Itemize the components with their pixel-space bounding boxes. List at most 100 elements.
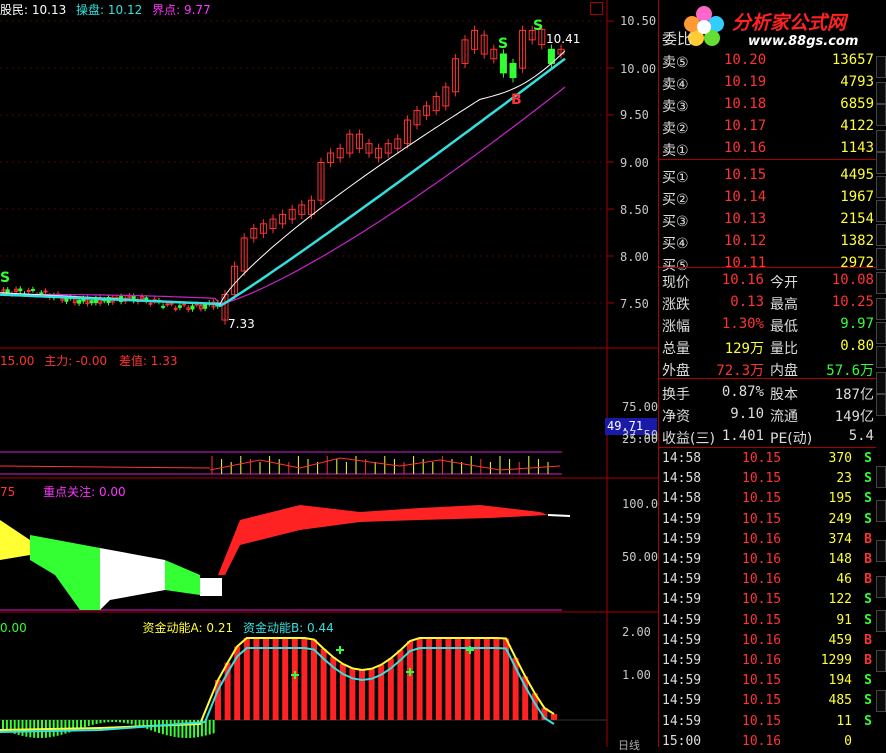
divider [658, 378, 876, 379]
side-tab-button[interactable] [876, 650, 886, 672]
bid-row[interactable]: 买③ 10.13 2154 [662, 209, 874, 232]
ask-row[interactable]: 卖③ 10.18 6859 [662, 94, 874, 117]
divider [658, 267, 876, 268]
stat-value: 57.6万 [826, 363, 874, 379]
panel4-bar [208, 720, 211, 735]
side-tab-button[interactable] [876, 322, 886, 344]
panel4-bar [103, 720, 106, 723]
candle [165, 303, 170, 306]
y-tick: 10.00 [620, 62, 657, 76]
tick-row[interactable]: 14:59 10.15 11 S [662, 713, 874, 733]
window-restore-icon[interactable] [590, 2, 603, 15]
tick-row[interactable]: 14:59 10.15 194 S [662, 672, 874, 692]
level-price: 10.13 [724, 211, 767, 227]
panel4-bar [83, 720, 86, 728]
tick-row[interactable]: 14:58 10.15 370 S [662, 450, 874, 470]
level-label: 卖② [662, 121, 689, 137]
tick-row[interactable]: 14:58 10.15 195 S [662, 490, 874, 510]
level-price: 10.20 [724, 52, 767, 68]
tick-side: S [864, 471, 872, 487]
side-tab-button[interactable] [876, 610, 886, 632]
tick-row[interactable]: 14:59 10.16 1299 B [662, 652, 874, 672]
panel4-bar [134, 720, 137, 726]
side-tab-button[interactable] [876, 248, 886, 270]
stat-value: 9.97 [840, 316, 874, 332]
side-tab-button[interactable] [876, 104, 886, 126]
tick-side: B [864, 531, 872, 547]
side-tab-button[interactable] [876, 200, 886, 222]
y-tick: 75.00 [622, 400, 659, 414]
tick-price: 10.16 [742, 632, 782, 648]
ask-row[interactable]: 卖② 10.17 4122 [662, 116, 874, 139]
tick-row[interactable]: 14:58 10.15 23 S [662, 470, 874, 490]
tick-row[interactable]: 14:59 10.16 459 B [662, 632, 874, 652]
side-tab-button[interactable] [876, 130, 886, 152]
tick-side: B [864, 653, 872, 668]
ask-row[interactable]: 卖⑤ 10.20 13657 [662, 50, 874, 73]
ask-row[interactable]: 卖④ 10.19 4793 [662, 72, 874, 95]
stat-value: 0.87% [721, 384, 764, 400]
panel4-bar [212, 720, 215, 734]
panel4-bar [349, 668, 356, 720]
panel4-bar [301, 638, 308, 720]
ask-row[interactable]: 卖① 10.16 1143 [662, 138, 874, 161]
panel4-bar [25, 720, 28, 737]
side-tab-button[interactable] [876, 466, 886, 488]
panel4-bar [426, 638, 433, 720]
sell-signal: S [498, 36, 509, 52]
tick-row[interactable]: 14:59 10.15 122 S [662, 591, 874, 611]
tick-row[interactable]: 14:59 10.16 148 B [662, 551, 874, 571]
tick-row[interactable]: 14:59 10.15 249 S [662, 511, 874, 531]
side-tab-button[interactable] [876, 152, 886, 174]
side-tab-button[interactable] [876, 394, 886, 416]
tick-row[interactable]: 14:59 10.16 374 B [662, 531, 874, 551]
stat-label: 流通 [770, 409, 798, 425]
tick-volume: 11 [836, 713, 852, 729]
tick-row[interactable]: 14:59 10.16 46 B [662, 571, 874, 591]
tick-row[interactable]: 14:59 10.15 91 S [662, 612, 874, 632]
level-price: 10.14 [724, 189, 767, 205]
side-tab-button[interactable] [876, 500, 886, 522]
panel3-fill [218, 505, 548, 575]
side-tab-button[interactable] [876, 176, 886, 198]
stat-label: 外盘 [662, 363, 690, 379]
stat-value: 187亿 [834, 387, 874, 403]
tick-volume: 148 [828, 552, 852, 567]
stat-label: 最低 [770, 319, 798, 335]
bid-row[interactable]: 买④ 10.12 1382 [662, 231, 874, 254]
side-tab-button[interactable] [876, 298, 886, 320]
side-tab-button[interactable] [876, 346, 886, 368]
period-label[interactable]: 日线 [618, 737, 640, 753]
side-tab-button[interactable] [876, 272, 886, 294]
side-tab-button[interactable] [876, 540, 886, 562]
side-tab-button[interactable] [876, 576, 886, 598]
side-tab-button[interactable] [876, 690, 886, 712]
side-tab-button[interactable] [876, 224, 886, 246]
tick-price: 10.15 [742, 491, 782, 507]
site-logo: 分析家公式网 www.88gs.com [682, 4, 880, 54]
bid-row[interactable]: 买① 10.15 4495 [662, 165, 874, 188]
candle [509, 62, 517, 79]
level-price: 10.11 [724, 255, 767, 271]
candle [203, 304, 208, 309]
side-tab-button[interactable] [876, 372, 886, 394]
tick-row[interactable]: 14:59 10.15 485 S [662, 692, 874, 712]
tick-side: B [864, 572, 872, 588]
level-label: 买① [662, 170, 689, 186]
side-tab-button[interactable] [876, 56, 886, 78]
panel4-bar [161, 720, 164, 735]
panel4-energy-a: 资金动能A: 0.21 [142, 621, 234, 635]
tick-row[interactable]: 15:00 10.16 0 [662, 733, 874, 753]
tick-price: 10.15 [742, 592, 782, 608]
side-tab-button[interactable] [876, 82, 886, 104]
level-volume: 6859 [840, 96, 874, 112]
tick-side: S [864, 491, 872, 507]
candle [30, 288, 35, 291]
stat-label: 换手 [662, 387, 690, 403]
stat-label: 涨幅 [662, 319, 690, 335]
tick-volume: 249 [828, 511, 852, 527]
panel4-bar [119, 720, 121, 723]
panel4-bar [146, 720, 149, 730]
bid-row[interactable]: 买② 10.14 1967 [662, 187, 874, 210]
tick-time: 14:59 [662, 552, 702, 567]
